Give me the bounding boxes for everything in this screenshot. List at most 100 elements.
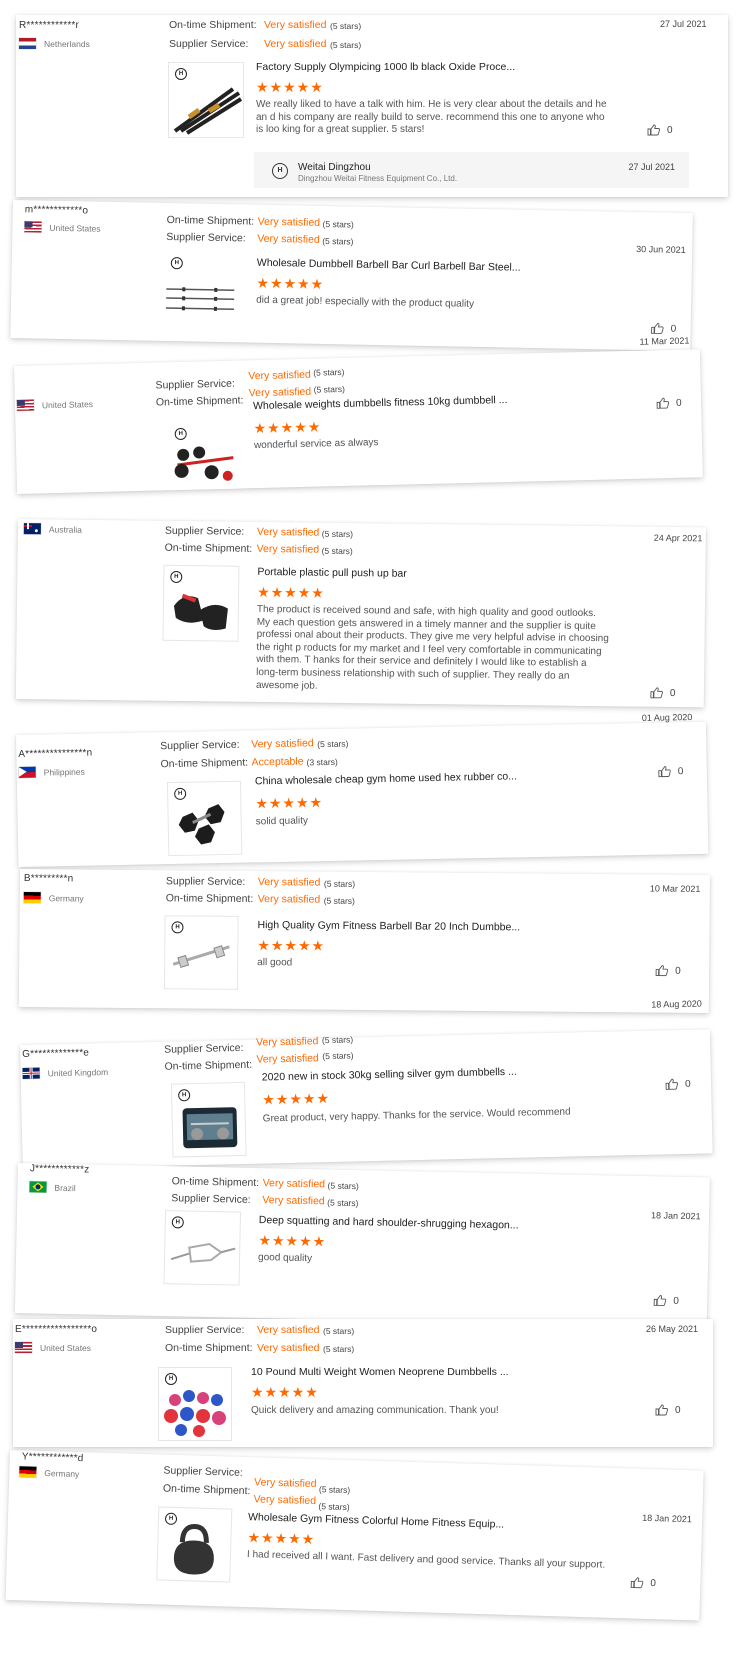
review-comment: all good	[257, 957, 293, 969]
rating-stars: (5 stars)	[323, 878, 356, 889]
product-title-link[interactable]: Factory Supply Olympicing 1000 lb black …	[256, 61, 515, 73]
product-title-link[interactable]: 2020 new in stock 30kg selling silver gy…	[262, 1066, 517, 1084]
rating-star-icons: ★★★★★	[257, 583, 325, 601]
product-title-link[interactable]: 10 Pound Multi Weight Women Neoprene Dum…	[251, 1366, 509, 1378]
rating-star-icons: ★★★★★	[255, 794, 324, 812]
like-button[interactable]: 0	[653, 1294, 679, 1307]
thumbs-up-icon	[630, 1577, 644, 1589]
like-button[interactable]: 0	[656, 397, 682, 410]
review-date: 01 Aug 2020	[641, 712, 693, 723]
product-thumbnail[interactable]: H	[156, 1506, 233, 1583]
review-card: m************o United States On-time Shi…	[10, 200, 693, 352]
brand-logo-icon: H	[165, 1373, 177, 1385]
like-button[interactable]: 0	[650, 687, 676, 699]
thumbs-up-icon	[653, 1295, 667, 1306]
buyer-name: G*************e	[22, 1047, 90, 1060]
rating-stars: (5 stars)	[322, 218, 354, 230]
rating-stars: (5 stars)	[313, 366, 345, 378]
review-date: 26 May 2021	[646, 1324, 699, 1334]
rating-value: Very satisfied	[251, 737, 314, 751]
product-thumbnail[interactable]: H	[166, 780, 243, 857]
like-button[interactable]: 0	[665, 1078, 691, 1091]
product-thumbnail[interactable]: H	[170, 1081, 247, 1158]
brand-logo-icon: H	[175, 68, 187, 80]
rating-label: Supplier Service:	[160, 738, 240, 753]
review-card: A***************n Philippines Supplier S…	[16, 712, 709, 867]
country-label: Australia	[48, 523, 83, 535]
like-count: 0	[650, 1577, 657, 1589]
rating-value: Very satisfied	[256, 542, 320, 556]
rating-label: Supplier Service:	[166, 230, 246, 245]
rating-label: Supplier Service:	[155, 377, 236, 392]
rating-value: Very satisfied	[255, 1035, 319, 1049]
review-date: 30 Jun 2021	[636, 243, 686, 255]
rating-label: On-time Shipment:	[164, 1058, 253, 1073]
flag-australia-icon	[23, 523, 41, 535]
rating-stars: (5 stars)	[327, 1180, 359, 1192]
country-label: Netherlands	[44, 38, 90, 49]
buyer-country: United Kingdom	[22, 1066, 109, 1079]
country-label: Philippines	[43, 766, 85, 777]
thumbs-up-icon	[658, 766, 671, 778]
review-date: 18 Jan 2021	[642, 1512, 692, 1525]
rating-value: Very satisfied	[257, 1342, 320, 1354]
product-thumbnail[interactable]: H	[167, 420, 242, 491]
buyer-name: B*********n	[23, 873, 74, 885]
like-button[interactable]: 0	[655, 965, 681, 977]
buyer-country: United States	[16, 398, 93, 411]
product-thumbnail[interactable]: H	[158, 1367, 232, 1441]
like-button[interactable]: 0	[651, 322, 677, 334]
product-thumbnail[interactable]: H	[162, 250, 239, 325]
supplier-name: Weitai Dingzhou	[298, 162, 371, 173]
like-button[interactable]: 0	[647, 124, 673, 136]
thumbs-up-icon	[650, 687, 663, 699]
product-thumbnail[interactable]: H	[163, 1210, 242, 1286]
buyer-country: Australia	[23, 523, 83, 535]
review-date: 11 Mar 2021	[639, 335, 690, 347]
rating-star-icons: ★★★★★	[257, 937, 326, 954]
product-title-link[interactable]: Wholesale Dumbbell Barbell Bar Curl Barb…	[257, 257, 521, 274]
review-comment: The product is received sound and safe, …	[255, 603, 609, 692]
rating-value: Very satisfied	[257, 876, 321, 889]
rating-stars: (5 stars)	[318, 1484, 351, 1496]
flag-uk-icon	[22, 1067, 40, 1079]
rating-label: On-time Shipment:	[164, 541, 253, 555]
rating-stars: (3 stars)	[306, 756, 338, 768]
review-card: G*************e United Kingdom Supplier …	[20, 999, 713, 1169]
rating-stars: (5 stars)	[323, 1344, 355, 1354]
product-title-link[interactable]: Wholesale Gym Fitness Colorful Home Fitn…	[248, 1511, 504, 1531]
product-title-link[interactable]: Portable plastic pull push up bar	[257, 566, 407, 580]
like-button[interactable]: 0	[658, 765, 684, 778]
rating-label: On-time Shipment:	[160, 756, 249, 771]
rating-value: Very satisfied	[253, 1476, 317, 1491]
like-count: 0	[675, 397, 682, 409]
like-button[interactable]: 0	[630, 1576, 656, 1589]
rating-stars: (5 stars)	[322, 1050, 354, 1062]
rating-label: On-time Shipment:	[165, 892, 254, 906]
rating-star-icons: ★★★★★	[256, 274, 325, 292]
like-button[interactable]: 0	[655, 1404, 681, 1416]
rating-value: Very satisfied	[257, 232, 320, 246]
buyer-country: Brazil	[29, 1181, 76, 1193]
rating-star-icons: ★★★★★	[258, 1232, 327, 1250]
rating-stars: (5 stars)	[322, 235, 354, 247]
product-thumbnail[interactable]: H	[168, 62, 244, 138]
product-title-link[interactable]: High Quality Gym Fitness Barbell Bar 20 …	[257, 919, 520, 933]
product-thumbnail[interactable]: H	[163, 915, 239, 990]
thumbs-up-icon	[665, 1078, 679, 1090]
product-title-link[interactable]: China wholesale cheap gym home used hex …	[255, 770, 517, 787]
brand-logo-icon: H	[170, 570, 183, 584]
review-comment: Quick delivery and amazing communication…	[251, 1405, 499, 1416]
flag-brazil-icon	[29, 1181, 47, 1193]
rating-label: Supplier Service:	[165, 1324, 245, 1336]
rating-value: Very satisfied	[256, 525, 320, 539]
buyer-country: Philippines	[18, 766, 85, 778]
rating-stars: (5 stars)	[323, 1326, 355, 1336]
review-card: B*********n Germany Supplier Service: Ve…	[18, 869, 710, 1014]
thumbs-up-icon	[651, 322, 664, 334]
buyer-name: m************o	[24, 204, 89, 217]
rating-stars: (5 stars)	[323, 895, 355, 906]
product-title-link[interactable]: Deep squatting and hard shoulder-shruggi…	[259, 1214, 519, 1231]
buyer-name: E*****************o	[15, 1324, 98, 1335]
product-thumbnail[interactable]: H	[162, 564, 240, 642]
